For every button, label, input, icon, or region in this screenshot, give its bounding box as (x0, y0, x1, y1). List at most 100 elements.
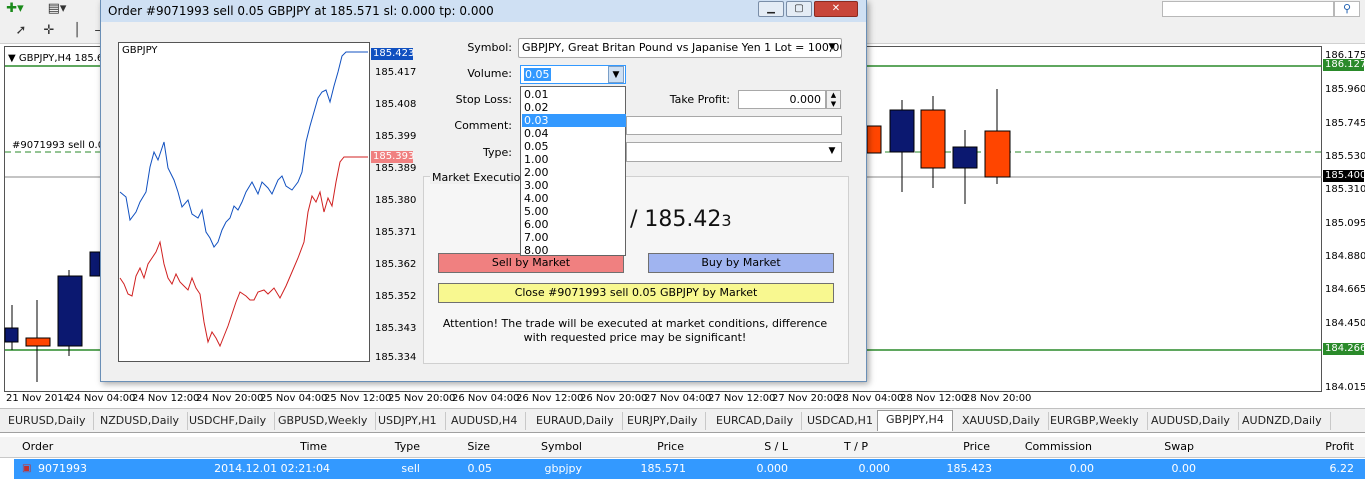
close-order-button[interactable]: Close #9071993 sell 0.05 GBPJPY by Marke… (438, 283, 834, 303)
tick-chart-lines (119, 51, 368, 348)
close-icon[interactable]: ✕ (814, 1, 858, 17)
tick-axis-label: 185.362 (375, 259, 417, 270)
column-price-current[interactable]: Price (946, 437, 990, 457)
minimize-icon[interactable]: ▁ (758, 1, 784, 17)
volume-option[interactable]: 1.00 (522, 153, 626, 166)
candle (866, 125, 882, 154)
take-profit-value: 0.000 (789, 93, 822, 106)
tab-eurcad-daily[interactable]: EURCAD,Daily (708, 412, 803, 430)
time-axis-label: 28 Nov 12:00 (900, 393, 968, 404)
time-axis-label: 24 Nov 04:00 (68, 393, 136, 404)
volume-option[interactable]: 8.00 (522, 244, 626, 257)
tab-audusd-daily[interactable]: AUDUSD,Daily (1143, 412, 1239, 430)
volume-option[interactable]: 6.00 (522, 218, 626, 231)
column-commission[interactable]: Commission (1012, 437, 1092, 457)
column-sl[interactable]: S / L (750, 437, 788, 457)
ask-line (119, 51, 368, 248)
volume-option[interactable]: 3.00 (522, 179, 626, 192)
time-axis-label: 26 Nov 12:00 (516, 393, 584, 404)
price-axis-label: 185.310 (1325, 184, 1365, 195)
chevron-down-icon[interactable]: ▼ (608, 66, 624, 83)
price-axis: 186.175 186.127 185.960 185.745 185.530 … (1322, 46, 1365, 393)
tick-axis-label: 185.334 (375, 352, 417, 363)
time-axis-label: 27 Nov 12:00 (708, 393, 776, 404)
cell-symbol: gbpjpy (544, 462, 583, 475)
tick-axis-label: 185.408 (375, 99, 417, 110)
volume-dropdown-list: 0.01 0.02 0.03 0.04 0.05 1.00 2.00 3.00 … (520, 86, 626, 257)
cell-type: sell (401, 462, 420, 475)
tab-eurgbp-weekly[interactable]: EURGBP,Weekly (1042, 412, 1148, 430)
cell-price-current: 185.423 (946, 462, 993, 475)
tab-xauusd-daily[interactable]: XAUUSD,Daily (954, 412, 1049, 430)
column-profit[interactable]: Profit (1310, 437, 1354, 457)
tab-gbpjpy-h4[interactable]: GBPJPY,H4 (877, 410, 953, 431)
comment-input[interactable] (626, 116, 842, 135)
tick-axis-label: 185.380 (375, 195, 417, 206)
time-axis-label: 21 Nov 2014 (6, 393, 71, 404)
price-axis-label: 184.450 (1325, 318, 1365, 329)
symbol-select[interactable]: GBPJPY, Great Britan Pound vs Japanise Y… (518, 38, 842, 58)
tab-usdchf-daily[interactable]: USDCHF,Daily (181, 412, 276, 430)
price-axis-label: 185.095 (1325, 218, 1365, 229)
chevron-down-icon[interactable]: ▼ (824, 39, 840, 56)
volume-option[interactable]: 5.00 (522, 205, 626, 218)
stepper-icon[interactable]: ▲ ▼ (826, 90, 841, 109)
price-display-small: 3 (721, 211, 732, 230)
volume-value: 0.05 (524, 68, 551, 81)
price-axis-label: 185.530 (1325, 151, 1365, 162)
volume-option[interactable]: 0.02 (522, 101, 626, 114)
volume-label: Volume: (467, 67, 512, 80)
tab-usdjpy-h1[interactable]: USDJPY,H1 (370, 412, 446, 430)
tick-axis-label: 185.352 (375, 291, 417, 302)
volume-option[interactable]: 2.00 (522, 166, 626, 179)
chevron-down-icon[interactable]: ▼ (824, 143, 840, 160)
tab-usdcad-h1[interactable]: USDCAD,H1 (799, 412, 882, 430)
candle (984, 130, 1011, 178)
column-price[interactable]: Price (640, 437, 684, 457)
tab-nzdusd-daily[interactable]: NZDUSD,Daily (92, 412, 189, 430)
tab-audnzd-daily[interactable]: AUDNZD,Daily (1234, 412, 1331, 430)
take-profit-label: Take Profit: (669, 93, 730, 106)
order-line-label: #9071993 sell 0.05 (12, 140, 111, 151)
tick-axis-label: 185.417 (375, 67, 417, 78)
column-order[interactable]: Order (22, 437, 53, 457)
column-type[interactable]: Type (380, 437, 420, 457)
column-time[interactable]: Time (260, 437, 327, 457)
column-size[interactable]: Size (450, 437, 490, 457)
tab-eurjpy-daily[interactable]: EURJPY,Daily (619, 412, 707, 430)
column-tp[interactable]: T / P (830, 437, 868, 457)
tab-audusd-h4[interactable]: AUDUSD,H4 (443, 412, 527, 430)
tick-axis-label: 185.399 (375, 131, 417, 142)
tab-gbpusd-weekly[interactable]: GBPUSD,Weekly (270, 412, 377, 430)
volume-option[interactable]: 0.04 (522, 127, 626, 140)
take-profit-input[interactable]: 0.000 (738, 90, 826, 109)
time-axis-label: 26 Nov 20:00 (580, 393, 648, 404)
volume-option[interactable]: 0.01 (522, 88, 626, 101)
volume-option[interactable]: 4.00 (522, 192, 626, 205)
cell-swap: 0.00 (1171, 462, 1197, 475)
tab-euraud-daily[interactable]: EURAUD,Daily (528, 412, 623, 430)
tick-axis-label: 185.389 (375, 163, 417, 174)
price-axis-label: 185.745 (1325, 118, 1365, 129)
maximize-icon[interactable]: ▢ (786, 1, 812, 17)
time-axis-label: 27 Nov 20:00 (772, 393, 840, 404)
symbol-value: GBPJPY, Great Britan Pound vs Japanise Y… (522, 41, 842, 54)
price-axis-label: 184.015 (1325, 382, 1365, 393)
volume-option[interactable]: 7.00 (522, 231, 626, 244)
column-swap[interactable]: Swap (1152, 437, 1194, 457)
candle (920, 109, 946, 169)
comment-label: Comment: (454, 119, 512, 132)
cell-price: 185.571 (640, 462, 687, 475)
time-axis-label: 25 Nov 12:00 (324, 393, 392, 404)
lower-level-tag: 184.266 (1323, 343, 1365, 355)
type-select[interactable] (626, 142, 842, 162)
candle (889, 109, 915, 153)
buy-by-market-button[interactable]: Buy by Market (648, 253, 834, 273)
market-execution-title: Market Execution (430, 171, 530, 184)
time-axis-label: 27 Nov 04:00 (644, 393, 712, 404)
column-symbol[interactable]: Symbol (530, 437, 582, 457)
volume-option[interactable]: 0.05 (522, 140, 626, 153)
price-axis-label: 185.960 (1325, 84, 1365, 95)
volume-option-selected[interactable]: 0.03 (522, 114, 626, 127)
tab-eurusd-daily[interactable]: EURUSD,Daily (0, 412, 95, 430)
